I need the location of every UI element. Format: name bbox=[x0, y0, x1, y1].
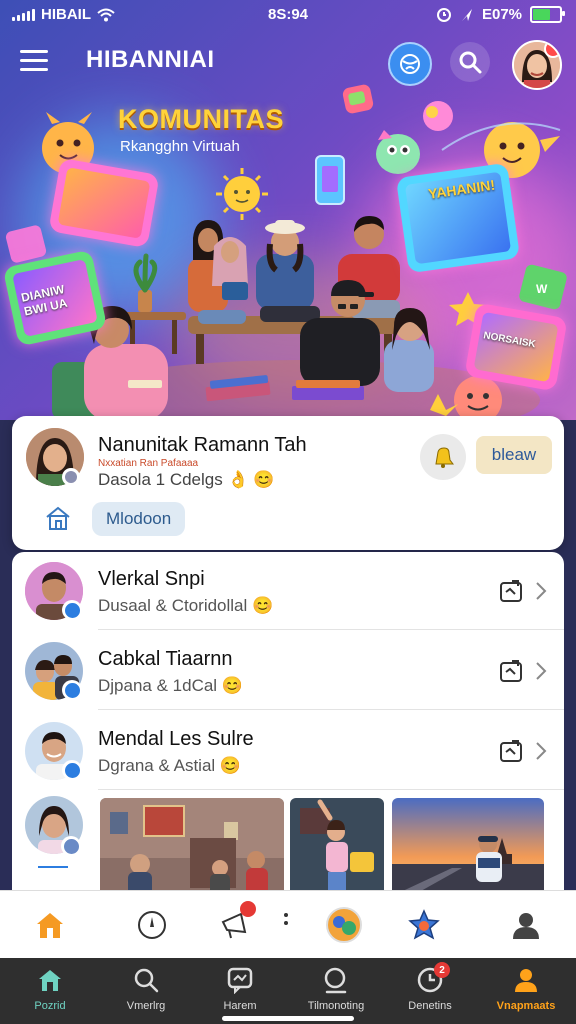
list-item-subtitle: Dusaal & Ctoridollal 😊 bbox=[98, 596, 274, 615]
magnifier-icon bbox=[324, 967, 347, 994]
active-indicator bbox=[38, 866, 68, 868]
verified-badge-icon bbox=[62, 760, 82, 780]
edit-icon[interactable] bbox=[498, 658, 524, 684]
action-bar bbox=[0, 890, 576, 959]
featured-name: Nanunitak Ramann Tah bbox=[98, 434, 307, 456]
bell-icon bbox=[435, 447, 454, 468]
list-item[interactable]: Cabkal Tiaarnn Djpana & 1dCal 😊 bbox=[12, 632, 564, 710]
featured-badge bbox=[62, 468, 80, 486]
kids-cheering-photo bbox=[290, 798, 384, 896]
nav-discover[interactable] bbox=[130, 903, 174, 947]
sunset-temple-photo bbox=[392, 798, 544, 896]
separator-dots bbox=[284, 913, 288, 917]
chevron-right-icon bbox=[536, 662, 547, 680]
svg-text:W: W bbox=[536, 282, 548, 296]
community-home-button[interactable] bbox=[44, 504, 72, 532]
living-room-photo bbox=[100, 798, 284, 896]
home-icon bbox=[37, 913, 63, 938]
featured-card[interactable]: Nanunitak Ramann Tah Nxxatian Ran Pafaaa… bbox=[12, 416, 564, 550]
chevron-right-icon bbox=[536, 582, 547, 600]
list-item[interactable]: Mendal Les Sulre Dgrana & Astial 😊 bbox=[12, 712, 564, 790]
chevron-right-icon bbox=[536, 742, 547, 760]
notification-badge-dot bbox=[240, 901, 256, 917]
search-icon bbox=[134, 968, 159, 993]
media-thumbnail[interactable] bbox=[100, 798, 284, 896]
hero-tablet-right: YAHANIN! bbox=[395, 162, 521, 274]
nav-home[interactable] bbox=[28, 903, 72, 947]
chat-icon bbox=[227, 967, 253, 995]
bell-button[interactable] bbox=[420, 434, 466, 480]
featured-status: Dasola 1 Cdelgs 👌 😊 bbox=[98, 470, 275, 489]
house-icon bbox=[46, 506, 70, 530]
verified-badge-icon bbox=[61, 836, 81, 856]
row-divider bbox=[98, 629, 564, 630]
nav-notifications[interactable] bbox=[214, 901, 258, 947]
nav-community[interactable] bbox=[322, 903, 366, 947]
tab-profile-label: Vnapmaats bbox=[496, 1000, 556, 1012]
media-thumbnail[interactable] bbox=[290, 798, 384, 896]
list-item-name: Cabkal Tiaarnn bbox=[98, 648, 233, 670]
badge-star-icon bbox=[408, 909, 440, 940]
compass-icon bbox=[138, 911, 166, 939]
home-icon bbox=[39, 970, 61, 991]
user-icon bbox=[513, 913, 539, 939]
join-button[interactable]: bleaw bbox=[476, 436, 552, 474]
edit-icon[interactable] bbox=[498, 578, 524, 604]
media-thumbnail[interactable] bbox=[392, 798, 544, 896]
media-row bbox=[12, 786, 564, 896]
community-chip[interactable]: Mlodoon bbox=[92, 502, 186, 536]
app-root: HIBAIL 8S:94 E07% HIBANNIAI KOMUNITAS Rk… bbox=[0, 0, 576, 1024]
nav-badges[interactable] bbox=[402, 903, 446, 947]
verified-badge-icon bbox=[62, 680, 82, 700]
events-badge: 2 bbox=[434, 962, 450, 978]
list-item-subtitle: Djpana & 1dCal 😊 bbox=[98, 676, 243, 695]
person-woman-hat bbox=[256, 220, 320, 322]
sun-icon bbox=[216, 168, 268, 220]
verified-badge-icon bbox=[62, 600, 82, 620]
hero-tablet-bottom-right: NORSAISK bbox=[464, 302, 568, 392]
community-avatar-icon bbox=[326, 907, 362, 943]
hero-banner: HIBAIL 8S:94 E07% HIBANNIAI KOMUNITAS Rk… bbox=[0, 0, 576, 420]
edit-icon[interactable] bbox=[498, 738, 524, 764]
row-divider bbox=[98, 709, 564, 710]
community-list: Vlerkal Snpi Dusaal & Ctoridollal 😊 Cabk… bbox=[12, 552, 564, 912]
home-indicator bbox=[222, 1016, 354, 1021]
list-item[interactable]: Vlerkal Snpi Dusaal & Ctoridollal 😊 bbox=[12, 552, 564, 630]
list-item-name: Vlerkal Snpi bbox=[98, 568, 205, 590]
bottom-tab-bar: Pozrid Vmerlrg Harem Tilmonoting 2 Denet… bbox=[0, 958, 576, 1024]
list-item-subtitle: Dgrana & Astial 😊 bbox=[98, 756, 242, 775]
featured-tag: Nxxatian Ran Pafaaaa bbox=[98, 458, 199, 469]
tab-profile[interactable]: Vnapmaats bbox=[470, 966, 576, 1022]
nav-profile[interactable] bbox=[504, 903, 548, 947]
user-icon bbox=[515, 969, 537, 992]
list-item-name: Mendal Les Sulre bbox=[98, 728, 254, 750]
